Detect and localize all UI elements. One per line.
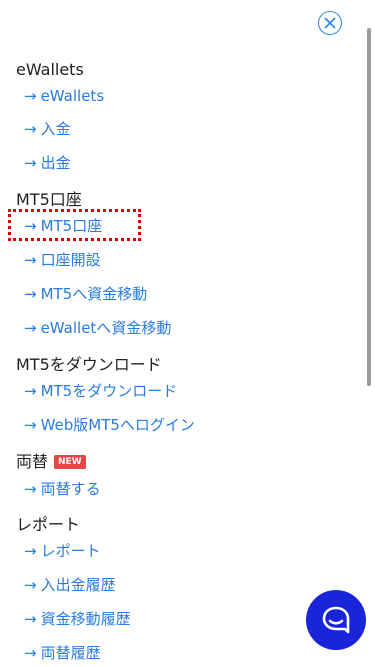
scrollbar[interactable]	[367, 28, 371, 386]
arrow-right-icon: →	[24, 285, 37, 303]
menu-item-transfer-to-ewallet[interactable]: → eWalletへ資金移動	[24, 318, 171, 338]
arrow-right-icon: →	[24, 644, 37, 662]
arrow-right-icon: →	[24, 576, 37, 594]
menu-item-mt5-account[interactable]: → MT5口座	[24, 216, 102, 236]
arrow-right-icon: →	[24, 217, 37, 235]
arrow-right-icon: →	[24, 416, 37, 434]
arrow-right-icon: →	[24, 319, 37, 337]
chat-bubble-icon	[322, 606, 350, 634]
menu-item-deposit[interactable]: → 入金	[24, 119, 71, 139]
arrow-right-icon: →	[24, 87, 37, 105]
arrow-right-icon: →	[24, 154, 37, 172]
menu-item-deposit-history[interactable]: → 入出金履歴	[24, 575, 116, 595]
arrow-right-icon: →	[24, 480, 37, 498]
section-title-exchange: 両替 NEW	[16, 452, 86, 472]
section-title-report: レポート	[16, 515, 81, 534]
chat-button[interactable]	[306, 590, 366, 650]
section-title-mt5-download: MT5をダウンロード	[16, 355, 162, 374]
section-title-ewallets: eWallets	[16, 60, 84, 79]
menu-item-withdraw[interactable]: → 出金	[24, 153, 71, 173]
menu-item-ewallets[interactable]: → eWallets	[24, 86, 104, 106]
arrow-right-icon: →	[24, 542, 37, 560]
arrow-right-icon: →	[24, 120, 37, 138]
menu-item-exchange[interactable]: → 両替する	[24, 479, 101, 499]
close-button[interactable]	[318, 11, 342, 35]
menu-item-transfer-history[interactable]: → 資金移動履歴	[24, 609, 131, 629]
menu-item-report[interactable]: → レポート	[24, 541, 101, 561]
menu-item-transfer-to-mt5[interactable]: → MT5へ資金移動	[24, 284, 147, 304]
arrow-right-icon: →	[24, 382, 37, 400]
section-title-mt5-account: MT5口座	[16, 190, 82, 209]
arrow-right-icon: →	[24, 251, 37, 269]
menu-item-open-account[interactable]: → 口座開設	[24, 250, 101, 270]
menu-item-exchange-history[interactable]: → 両替履歴	[24, 643, 101, 663]
close-icon	[324, 17, 336, 29]
menu-item-mt5-download[interactable]: → MT5をダウンロード	[24, 381, 177, 401]
new-badge: NEW	[54, 455, 86, 469]
menu-item-web-mt5-login[interactable]: → Web版MT5へログイン	[24, 415, 195, 435]
arrow-right-icon: →	[24, 610, 37, 628]
